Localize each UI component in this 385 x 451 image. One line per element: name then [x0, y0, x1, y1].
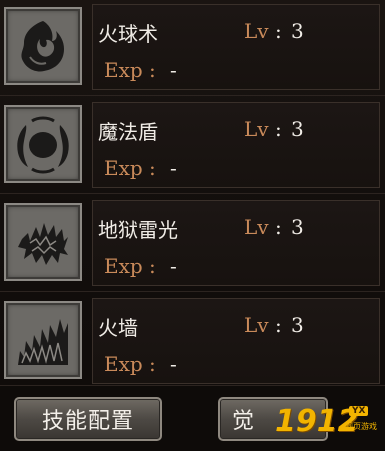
skill-row[interactable]: 魔法盾 Lv : 3 Exp : -: [0, 98, 385, 194]
exp-label: Exp :: [104, 58, 156, 82]
skill-panel: 火球术 Lv : 3 Exp : - 魔法盾 Lv : 3 Exp : - 地狱…: [0, 0, 385, 451]
skill-row[interactable]: 地狱雷光 Lv : 3 Exp : -: [0, 196, 385, 292]
fire-wall-icon[interactable]: [4, 301, 82, 379]
skill-name: 魔法盾: [98, 120, 158, 144]
exp-value: -: [170, 58, 177, 82]
exp-value: -: [170, 254, 177, 278]
watermark-badge: YX: [349, 406, 369, 416]
magic-shield-icon[interactable]: [4, 105, 82, 183]
skill-config-button[interactable]: 技能配置: [14, 397, 162, 441]
level-label: Lv :: [244, 19, 282, 43]
exp-label: Exp :: [104, 156, 156, 180]
site-watermark-logo: 1912 YX 网页游戏: [275, 404, 381, 444]
level-value: 3: [291, 215, 304, 239]
hell-thunder-icon[interactable]: [4, 203, 82, 281]
fireball-icon[interactable]: [4, 7, 82, 85]
skill-name: 火墙: [98, 316, 138, 340]
exp-label: Exp :: [104, 254, 156, 278]
skill-name: 地狱雷光: [98, 218, 178, 242]
level-value: 3: [291, 117, 304, 141]
exp-value: -: [170, 156, 177, 180]
level-label: Lv :: [244, 117, 282, 141]
exp-value: -: [170, 352, 177, 376]
skill-row[interactable]: 火墙 Lv : 3 Exp : -: [0, 294, 385, 390]
level-value: 3: [291, 313, 304, 337]
skill-name: 火球术: [98, 22, 158, 46]
level-value: 3: [291, 19, 304, 43]
watermark-subtitle: 网页游戏: [345, 422, 377, 431]
skill-row[interactable]: 火球术 Lv : 3 Exp : -: [0, 0, 385, 96]
level-label: Lv :: [244, 313, 282, 337]
level-label: Lv :: [244, 215, 282, 239]
exp-label: Exp :: [104, 352, 156, 376]
